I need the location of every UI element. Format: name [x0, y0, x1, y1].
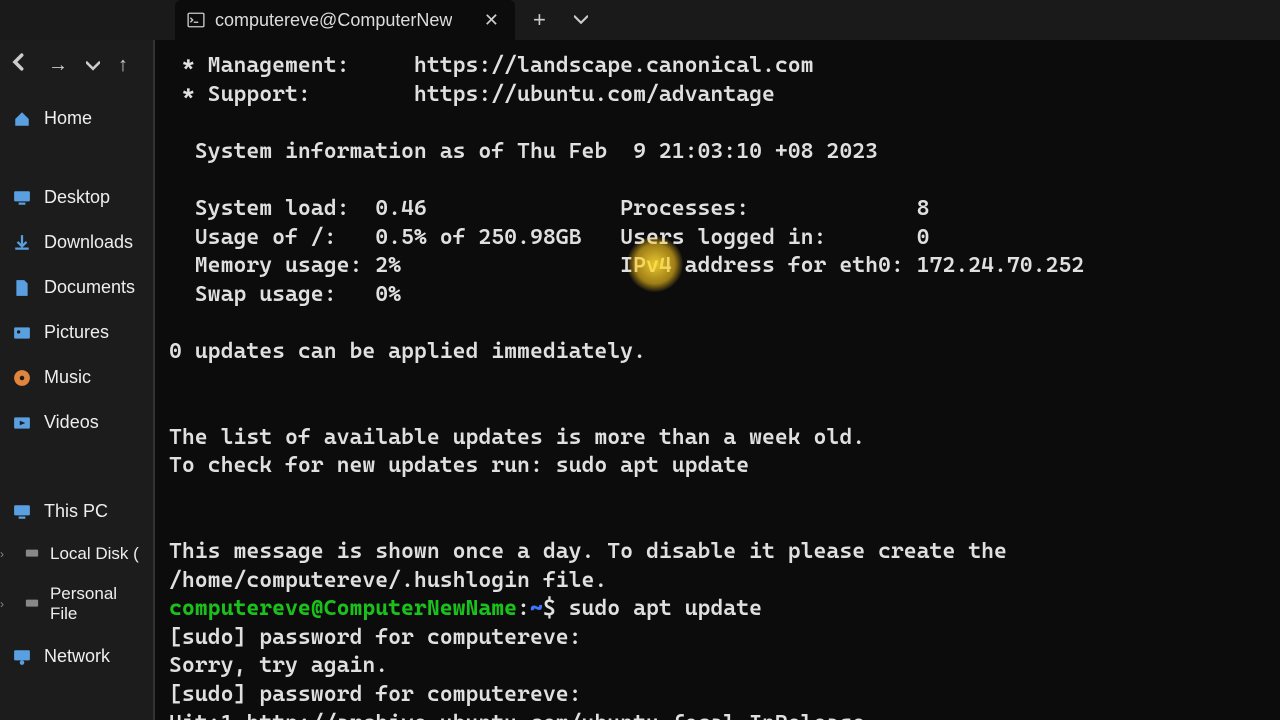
terminal-line: /home/computereve/.hushlogin file. — [169, 567, 1266, 596]
disk-icon — [22, 594, 42, 614]
sidebar-item-documents[interactable]: Documents — [0, 267, 153, 308]
tab-title: computereve@ComputerNew — [215, 10, 452, 31]
prompt-path: ~ — [530, 596, 543, 621]
disk-icon — [22, 544, 42, 564]
sidebar-item-desktop[interactable]: Desktop — [0, 177, 153, 218]
sidebar-item-home[interactable]: Home — [0, 98, 153, 139]
terminal-line: The list of available updates is more th… — [169, 424, 1266, 453]
terminal-line: This message is shown once a day. To dis… — [169, 538, 1266, 567]
network-icon — [12, 647, 32, 667]
new-tab-button[interactable]: + — [515, 7, 564, 33]
terminal-line: * Management: https://landscape.canonica… — [169, 52, 1266, 81]
terminal-line: Sorry, try again. — [169, 652, 1266, 681]
sidebar-item-videos[interactable]: Videos — [0, 402, 153, 443]
documents-icon — [12, 278, 32, 298]
file-explorer-sidebar: → ↑ Home Desktop — [0, 40, 155, 720]
terminal-prompt-line: computereve@ComputerNewName:~$ sudo apt … — [169, 595, 1266, 624]
terminal-line: [sudo] password for computereve: — [169, 624, 1266, 653]
terminal-line: Hit:1 http://archive.ubuntu.com/ubuntu f… — [169, 710, 1266, 720]
terminal-line: * Support: https://ubuntu.com/advantage — [169, 81, 1266, 110]
sidebar-item-downloads[interactable]: Downloads — [0, 222, 153, 263]
videos-icon — [12, 413, 32, 433]
sidebar-item-label: Documents — [44, 277, 135, 298]
close-tab-button[interactable]: ✕ — [480, 6, 503, 35]
up-button[interactable]: ↑ — [118, 54, 128, 77]
sidebar-item-label: Personal File — [50, 584, 149, 624]
pc-icon — [12, 502, 32, 522]
forward-button[interactable]: → — [48, 54, 68, 77]
sidebar-item-label: Home — [44, 108, 92, 129]
terminal-line: Memory usage: 2% IPv4 address for eth0: … — [169, 252, 1266, 281]
terminal-line: System information as of Thu Feb 9 21:03… — [169, 138, 1266, 167]
download-icon — [12, 233, 32, 253]
prompt-dollar: $ — [543, 596, 569, 621]
sidebar-item-music[interactable]: Music — [0, 357, 153, 398]
main-area: → ↑ Home Desktop — [0, 40, 1280, 720]
terminal-line: [sudo] password for computereve: — [169, 681, 1266, 710]
sidebar-item-label: Desktop — [44, 187, 110, 208]
chevron-right-icon[interactable]: › — [0, 547, 4, 561]
sidebar-item-personalfiles[interactable]: › Personal File — [0, 576, 153, 632]
sidebar-item-label: Music — [44, 367, 91, 388]
music-icon — [12, 368, 32, 388]
chevron-right-icon[interactable]: › — [0, 597, 4, 611]
desktop-icon — [12, 188, 32, 208]
sidebar-item-label: This PC — [44, 501, 108, 522]
sidebar-item-localdisk[interactable]: › Local Disk ( — [0, 536, 153, 572]
sidebar-item-pictures[interactable]: Pictures — [0, 312, 153, 353]
recent-dropdown-button[interactable] — [86, 54, 100, 77]
terminal-line: Usage of /: 0.5% of 250.98GB Users logge… — [169, 224, 1266, 253]
sidebar-item-label: Pictures — [44, 322, 109, 343]
prompt-user: computereve@ComputerNewName — [169, 596, 517, 621]
sidebar-item-label: Local Disk ( — [50, 544, 139, 564]
tab-dropdown-button[interactable] — [564, 12, 598, 28]
terminal-tab[interactable]: computereve@ComputerNew ✕ — [175, 0, 515, 40]
sidebar-item-label: Videos — [44, 412, 99, 433]
home-icon — [12, 109, 32, 129]
terminal-line: Swap usage: 0% — [169, 281, 1266, 310]
sidebar-item-thispc[interactable]: This PC — [0, 491, 153, 532]
nav-buttons: → ↑ — [0, 40, 153, 90]
terminal-line: 0 updates can be applied immediately. — [169, 338, 1266, 367]
terminal-line: To check for new updates run: sudo apt u… — [169, 452, 1266, 481]
back-button[interactable] — [8, 51, 30, 79]
sidebar-item-network[interactable]: Network — [0, 636, 153, 677]
sidebar-item-label: Downloads — [44, 232, 133, 253]
typed-command: sudo apt update — [569, 596, 762, 621]
prompt-sep: : — [517, 596, 530, 621]
sidebar-item-label: Network — [44, 646, 110, 667]
titlebar: computereve@ComputerNew ✕ + — [0, 0, 1280, 40]
terminal-icon — [187, 11, 205, 29]
pictures-icon — [12, 323, 32, 343]
terminal-output[interactable]: * Management: https://landscape.canonica… — [155, 40, 1280, 720]
terminal-line: System load: 0.46 Processes: 8 — [169, 195, 1266, 224]
sidebar-items: Home Desktop Downloads Documents — [0, 90, 153, 677]
